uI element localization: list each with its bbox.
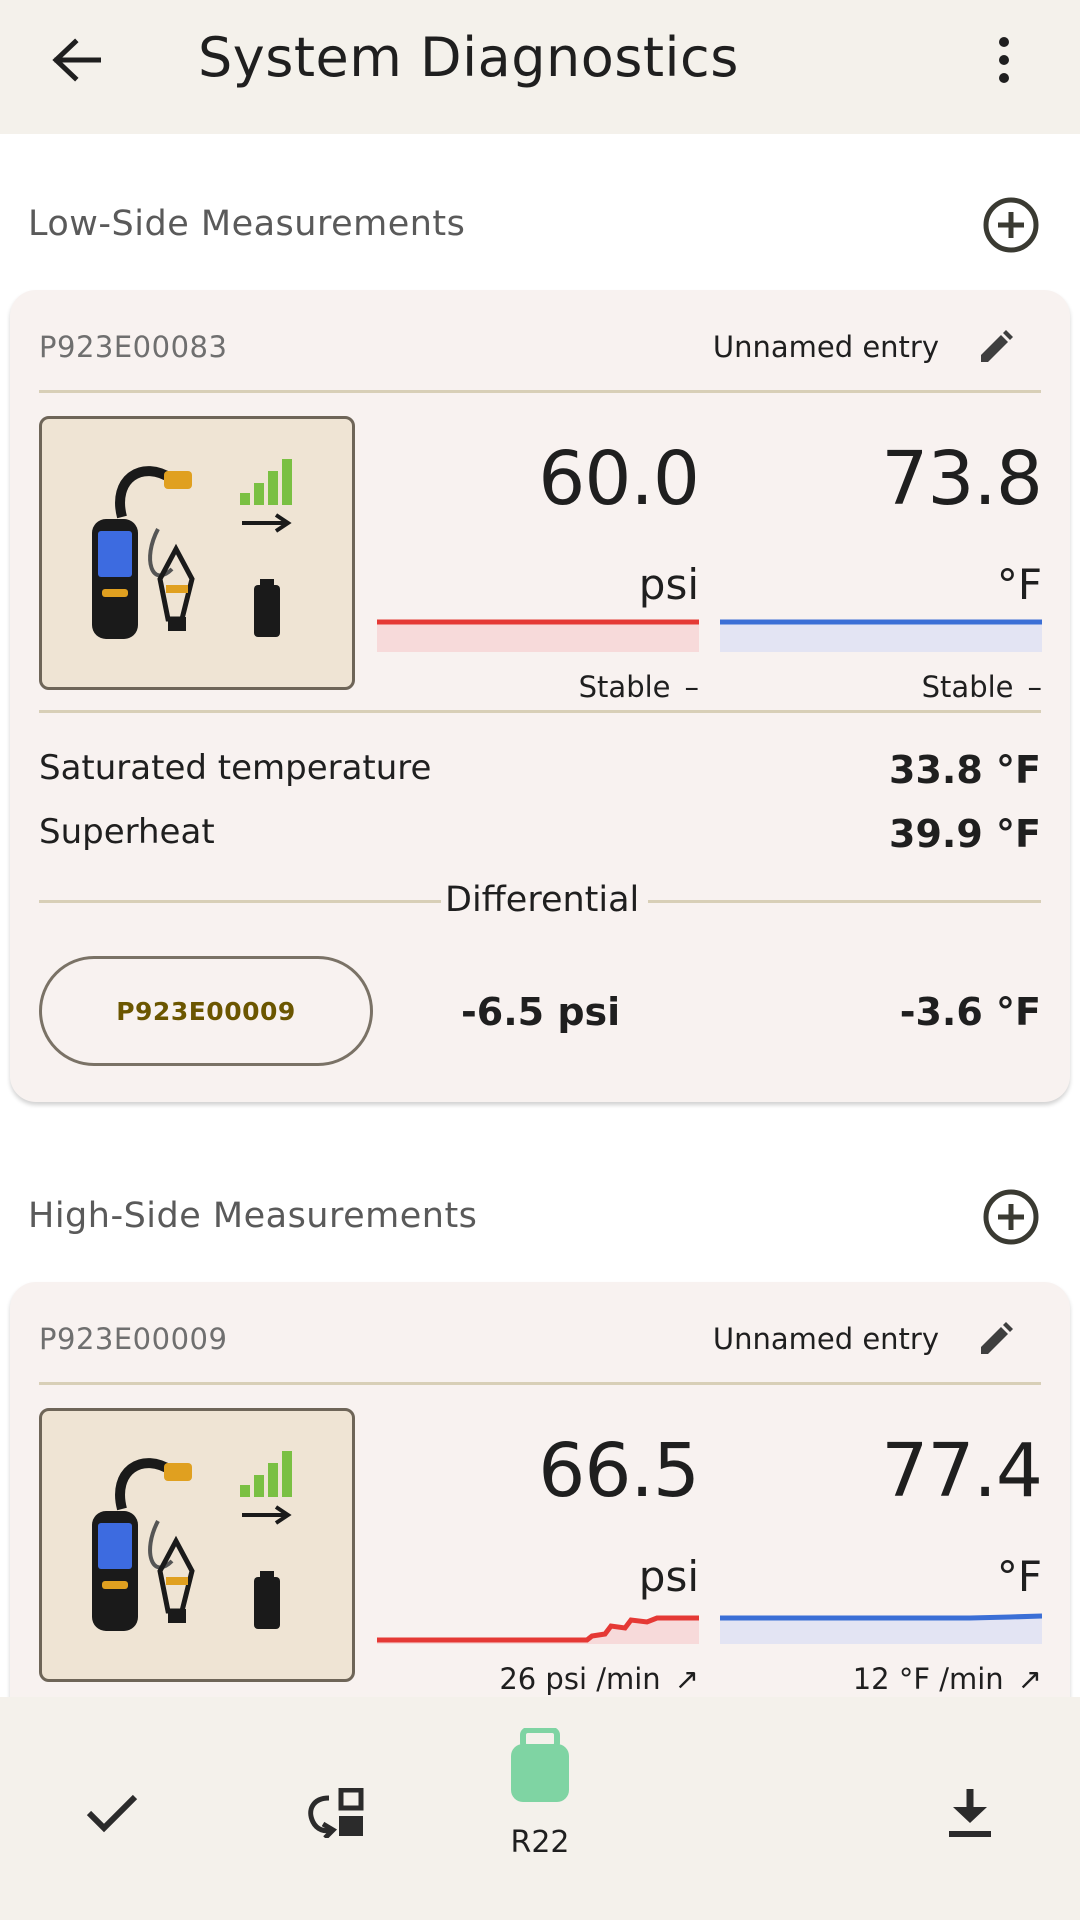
superheat-value: 39.9 °F bbox=[889, 812, 1041, 856]
differential-pressure: -6.5 psi bbox=[461, 990, 621, 1034]
add-high-side-button[interactable] bbox=[982, 1188, 1040, 1246]
divider bbox=[39, 710, 1041, 713]
confirm-button[interactable] bbox=[80, 1781, 144, 1845]
back-button[interactable] bbox=[44, 28, 108, 92]
add-circle-icon bbox=[983, 197, 1039, 253]
pressure-value: 66.5 bbox=[538, 1428, 700, 1514]
trend-stable-icon: – bbox=[1027, 670, 1043, 704]
add-low-side-button[interactable] bbox=[982, 196, 1040, 254]
device-image bbox=[39, 416, 355, 690]
pressure-unit: psi bbox=[638, 560, 699, 609]
superheat-row: Superheat 39.9 °F bbox=[39, 812, 1041, 856]
low-side-card: P923E00083 Unnamed entry 60.0 psi Stable… bbox=[10, 290, 1070, 1102]
pressure-unit: psi bbox=[638, 1552, 699, 1601]
temperature-unit: °F bbox=[996, 1552, 1042, 1601]
device-image bbox=[39, 1408, 355, 1682]
low-side-section-title: Low-Side Measurements bbox=[28, 204, 466, 244]
saturated-temperature-row: Saturated temperature 33.8 °F bbox=[39, 748, 1041, 792]
check-icon bbox=[86, 1794, 138, 1833]
pencil-icon bbox=[981, 330, 1013, 362]
download-button[interactable] bbox=[938, 1781, 1002, 1845]
saturated-temperature-value: 33.8 °F bbox=[889, 748, 1041, 792]
superheat-label: Superheat bbox=[39, 812, 215, 852]
pressure-trend: Stable – bbox=[578, 670, 700, 704]
entry-name: Unnamed entry bbox=[712, 1322, 939, 1356]
refrigerant-tank-icon bbox=[511, 1728, 569, 1802]
trend-stable-icon: – bbox=[684, 670, 700, 704]
edit-name-button[interactable] bbox=[971, 324, 1019, 372]
refrigerant-label: R22 bbox=[510, 1825, 570, 1860]
pressure-sparkline bbox=[377, 1615, 699, 1644]
overflow-menu-button[interactable] bbox=[976, 28, 1032, 92]
pressure-sparkline bbox=[377, 619, 699, 652]
temperature-unit: °F bbox=[996, 560, 1042, 609]
divider bbox=[39, 1382, 1041, 1385]
probe-device-icon bbox=[92, 1451, 292, 1631]
trend-rising-icon: ↗ bbox=[674, 1662, 699, 1696]
pressure-trend: 26 psi /min ↗ bbox=[499, 1662, 699, 1696]
temperature-sparkline bbox=[720, 619, 1042, 652]
download-icon bbox=[949, 1789, 991, 1837]
pencil-icon bbox=[981, 1322, 1013, 1354]
more-vertical-icon bbox=[999, 37, 1009, 83]
differential-temperature: -3.6 °F bbox=[899, 990, 1041, 1034]
swap-device-button[interactable] bbox=[300, 1781, 368, 1845]
refrigerant-button[interactable] bbox=[506, 1717, 574, 1817]
bottom-app-bar: R22 bbox=[0, 1697, 1080, 1920]
page-title: System Diagnostics bbox=[198, 26, 739, 89]
card-header: P923E00083 Unnamed entry bbox=[39, 330, 1039, 378]
probe-device-icon bbox=[92, 459, 292, 639]
high-side-section-title: High-Side Measurements bbox=[28, 1196, 478, 1236]
swap-device-icon bbox=[308, 1788, 364, 1838]
divider bbox=[39, 900, 441, 903]
divider bbox=[39, 390, 1041, 393]
entry-name: Unnamed entry bbox=[712, 330, 939, 364]
temperature-value: 73.8 bbox=[881, 436, 1043, 522]
temperature-value: 77.4 bbox=[881, 1428, 1043, 1514]
pressure-value: 60.0 bbox=[538, 436, 700, 522]
top-app-bar: System Diagnostics bbox=[0, 0, 1080, 134]
arrow-left-icon bbox=[52, 38, 101, 82]
saturated-temperature-label: Saturated temperature bbox=[39, 748, 432, 788]
device-serial: P923E00009 bbox=[39, 1322, 228, 1356]
add-circle-icon bbox=[983, 1189, 1039, 1245]
temperature-trend: 12 °F /min ↗ bbox=[852, 1662, 1042, 1696]
device-serial: P923E00083 bbox=[39, 330, 228, 364]
trend-rising-icon: ↗ bbox=[1017, 1662, 1042, 1696]
edit-name-button[interactable] bbox=[971, 1316, 1019, 1364]
card-header: P923E00009 Unnamed entry bbox=[39, 1322, 1039, 1370]
temperature-sparkline bbox=[720, 1613, 1042, 1644]
differential-label: Differential bbox=[445, 880, 640, 920]
reference-device-button[interactable]: P923E00009 bbox=[39, 956, 373, 1066]
divider bbox=[648, 900, 1041, 903]
temperature-trend: Stable – bbox=[921, 670, 1043, 704]
